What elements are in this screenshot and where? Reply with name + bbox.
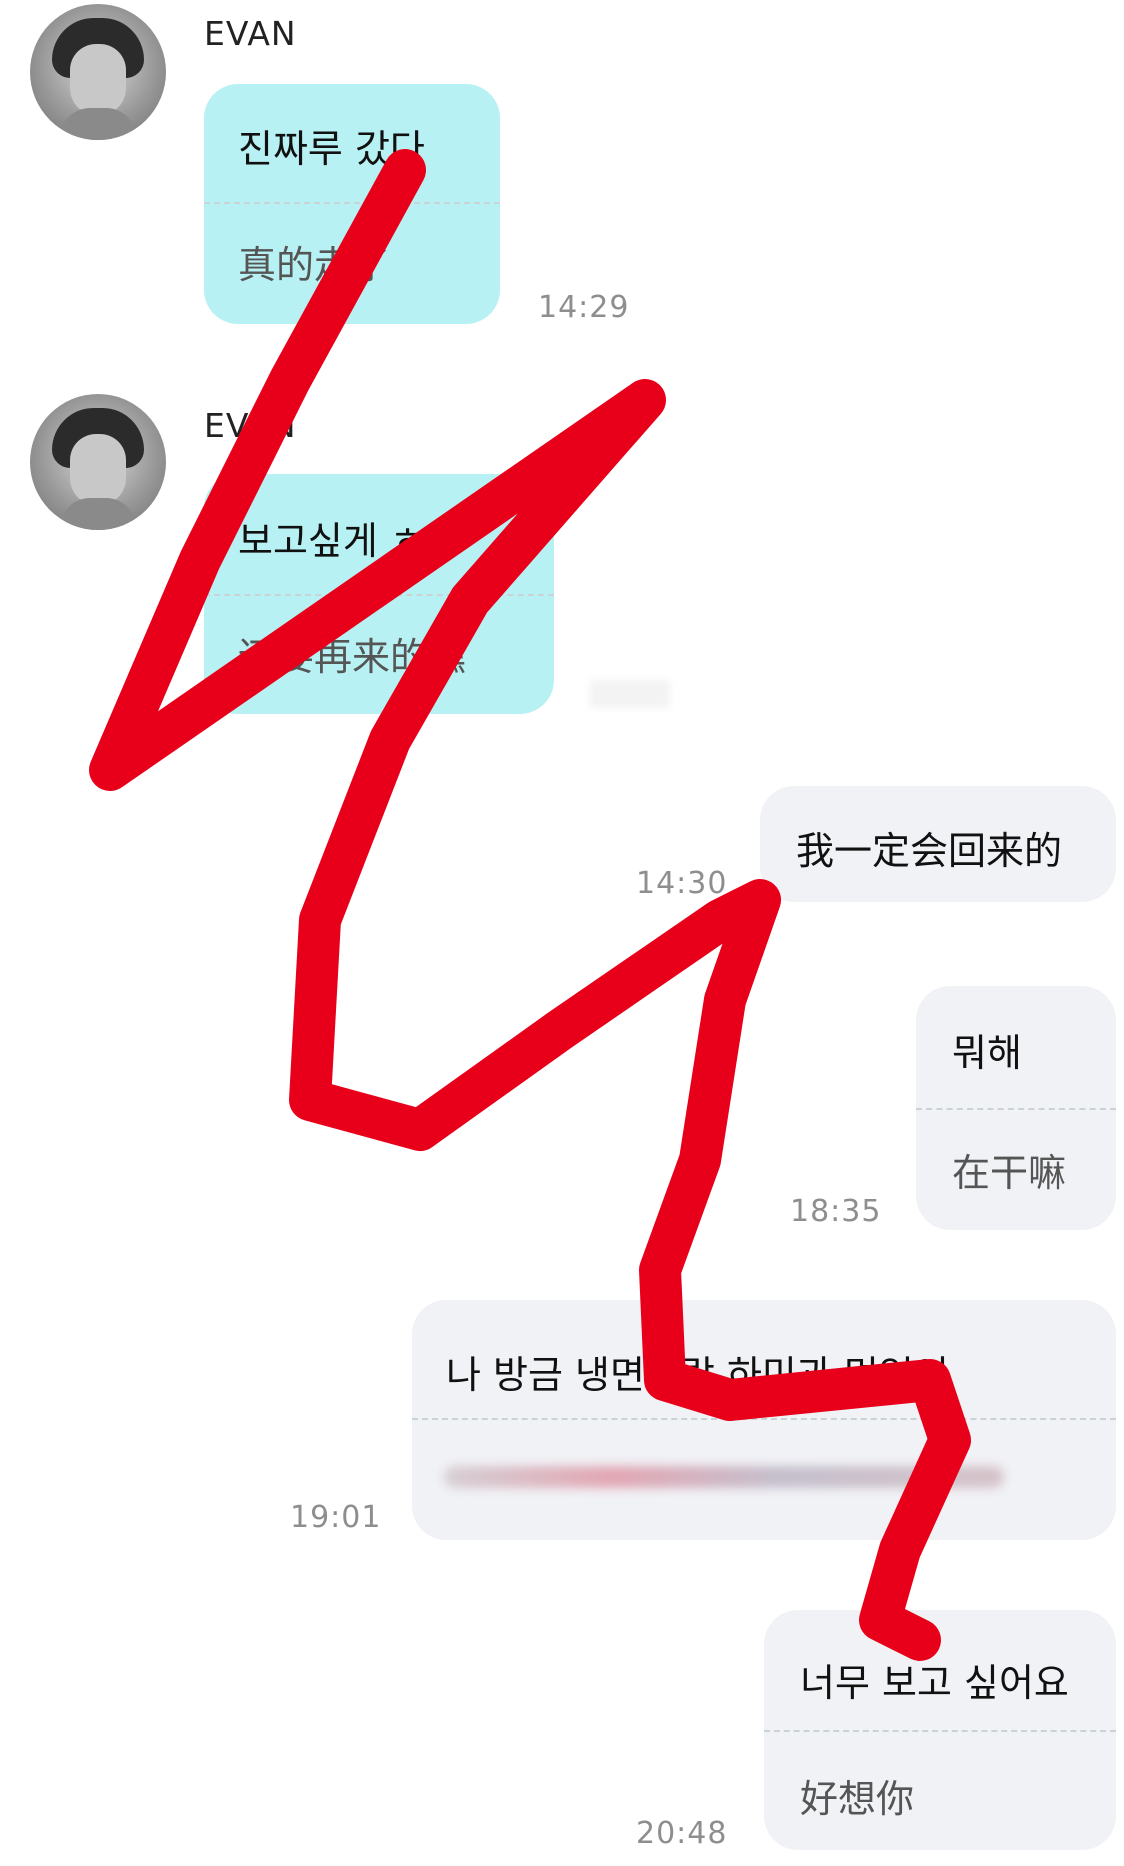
avatar-evan[interactable] <box>30 4 166 140</box>
avatar-face <box>70 434 126 506</box>
message-bubble-outgoing[interactable]: 나 방금 냉면이랑 하미과 먹었어 <box>412 1300 1116 1540</box>
message-text: 나 방금 냉면이랑 하미과 먹었어 <box>446 1353 949 1397</box>
message-text: 我一定会回来的 <box>796 829 1063 873</box>
message-bubble-outgoing[interactable]: 너무 보고 싶어요 好想你 <box>764 1610 1116 1850</box>
message-text: 너무 보고 싶어요 <box>800 1661 1069 1705</box>
message-text: 보고싶게 ㅎ <box>238 519 425 563</box>
message-timestamp: 14:30 <box>636 866 728 901</box>
translation-divider <box>204 202 500 204</box>
sender-name: EVAN <box>204 14 297 53</box>
message-bubble-incoming[interactable]: 진짜루 갔다 真的走了 <box>204 84 500 324</box>
translation-divider <box>764 1730 1116 1732</box>
message-translation: 真的走了 <box>238 243 391 287</box>
avatar-shoulders <box>60 498 136 530</box>
translation-divider <box>412 1418 1116 1420</box>
message-translation: 还要再来的嘿 <box>238 635 467 679</box>
avatar-face <box>70 44 126 116</box>
translation-divider <box>916 1108 1116 1110</box>
message-timestamp: 20:48 <box>636 1816 728 1851</box>
avatar-evan[interactable] <box>30 394 166 530</box>
message-translation: 好想你 <box>800 1777 915 1821</box>
message-bubble-outgoing[interactable]: 我一定会回来的 <box>760 786 1116 902</box>
hidden-timestamp <box>590 680 670 708</box>
message-bubble-outgoing[interactable]: 뭐해 在干嘛 <box>916 986 1116 1230</box>
translation-divider <box>204 594 554 596</box>
message-bubble-incoming[interactable]: 보고싶게 ㅎ 还要再来的嘿 <box>204 474 554 714</box>
blurred-translation <box>444 1466 1004 1488</box>
message-timestamp: 18:35 <box>790 1194 882 1229</box>
message-translation: 在干嘛 <box>952 1151 1067 1195</box>
message-timestamp: 14:29 <box>538 290 630 325</box>
sender-name: EVAN <box>204 406 297 445</box>
message-text: 뭐해 <box>952 1031 1022 1075</box>
message-timestamp: 19:01 <box>290 1500 382 1535</box>
avatar-shoulders <box>60 108 136 140</box>
red-scribble-overlay <box>89 149 971 1661</box>
message-text: 진짜루 갔다 <box>238 127 425 171</box>
